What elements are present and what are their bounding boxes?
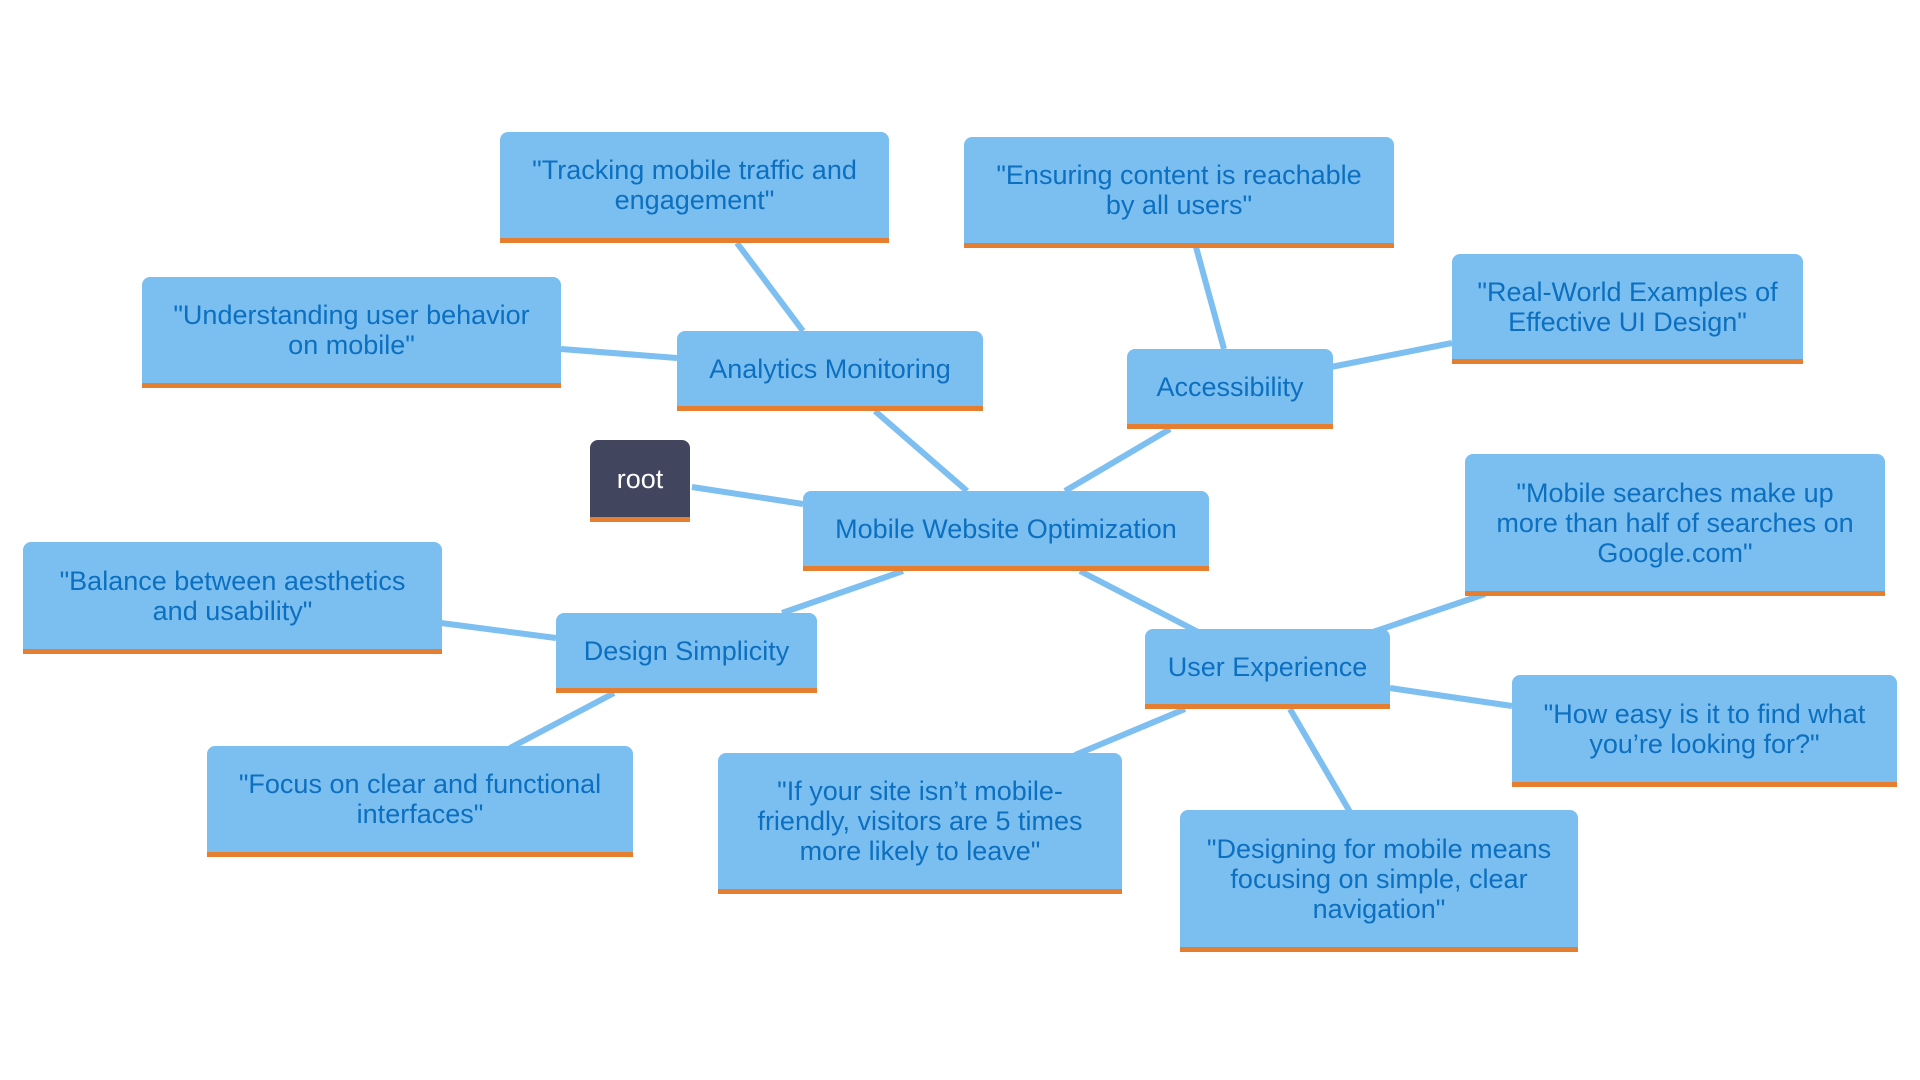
- node-balance[interactable]: "Balance between aesthetics and usabilit…: [23, 542, 442, 654]
- edge-analytics-tracking: [734, 241, 806, 333]
- edge-analytics-understanding: [560, 346, 678, 361]
- node-label: "Focus on clear and functional interface…: [238, 769, 602, 829]
- node-label: "Designing for mobile means focusing on …: [1206, 833, 1552, 924]
- node-mobile-website-optimization[interactable]: Mobile Website Optimization: [803, 491, 1209, 571]
- node-label: "If your site isn’t mobile-friendly, vis…: [757, 776, 1083, 866]
- node-real-world[interactable]: "Real-World Examples of Effective UI Des…: [1452, 254, 1803, 364]
- node-root[interactable]: root: [590, 440, 690, 522]
- node-label: "Understanding user behavior on mobile": [173, 300, 530, 360]
- node-understanding[interactable]: "Understanding user behavior on mobile": [142, 277, 561, 388]
- node-label: "Balance between aesthetics and usabilit…: [59, 565, 406, 626]
- edge-main-analytics: [873, 408, 969, 494]
- edge-design-balance: [440, 620, 557, 641]
- edge-ux-designing: [1287, 707, 1353, 814]
- edge-ux-ifsite: [1073, 706, 1187, 758]
- edge-main-design: [781, 568, 904, 616]
- node-label: Mobile Website Optimization: [835, 513, 1177, 544]
- node-designing-for-mobile[interactable]: "Designing for mobile means focusing on …: [1180, 810, 1578, 952]
- node-label: "Ensuring content is reachable by all us…: [996, 160, 1362, 220]
- node-focus[interactable]: "Focus on clear and functional interface…: [207, 746, 633, 857]
- edge-accessibility-ensuring: [1193, 246, 1227, 350]
- node-analytics-monitoring[interactable]: Analytics Monitoring: [677, 331, 983, 411]
- edge-root-main: [691, 484, 804, 507]
- node-label: User Experience: [1167, 651, 1368, 682]
- node-label: Analytics Monitoring: [709, 353, 951, 384]
- node-label: Accessibility: [1156, 371, 1304, 402]
- node-how-easy[interactable]: "How easy is it to find what you’re look…: [1512, 675, 1897, 787]
- edge-main-ux: [1078, 568, 1202, 636]
- node-label: "Mobile searches make up more than half …: [1496, 477, 1854, 568]
- node-design-simplicity[interactable]: Design Simplicity: [556, 613, 817, 693]
- node-label: "How easy is it to find what you’re look…: [1543, 698, 1866, 759]
- node-tracking[interactable]: "Tracking mobile traffic and engagement": [500, 132, 889, 243]
- node-user-experience[interactable]: User Experience: [1145, 629, 1390, 709]
- edge-accessibility-realworld: [1330, 340, 1453, 370]
- edge-main-accessibility: [1063, 426, 1172, 494]
- edge-ux-searches: [1369, 591, 1486, 636]
- node-label: Design Simplicity: [583, 635, 790, 666]
- node-ensuring[interactable]: "Ensuring content is reachable by all us…: [964, 137, 1394, 248]
- node-label: "Real-World Examples of Effective UI Des…: [1477, 276, 1778, 337]
- node-label: root: [616, 463, 664, 494]
- node-if-your-site[interactable]: "If your site isn’t mobile-friendly, vis…: [718, 753, 1122, 894]
- node-mobile-searches[interactable]: "Mobile searches make up more than half …: [1465, 454, 1885, 596]
- node-label: "Tracking mobile traffic and engagement": [532, 155, 857, 215]
- edge-ux-howeasy: [1389, 685, 1513, 709]
- edge-design-focus: [508, 690, 616, 751]
- node-accessibility[interactable]: Accessibility: [1127, 349, 1333, 429]
